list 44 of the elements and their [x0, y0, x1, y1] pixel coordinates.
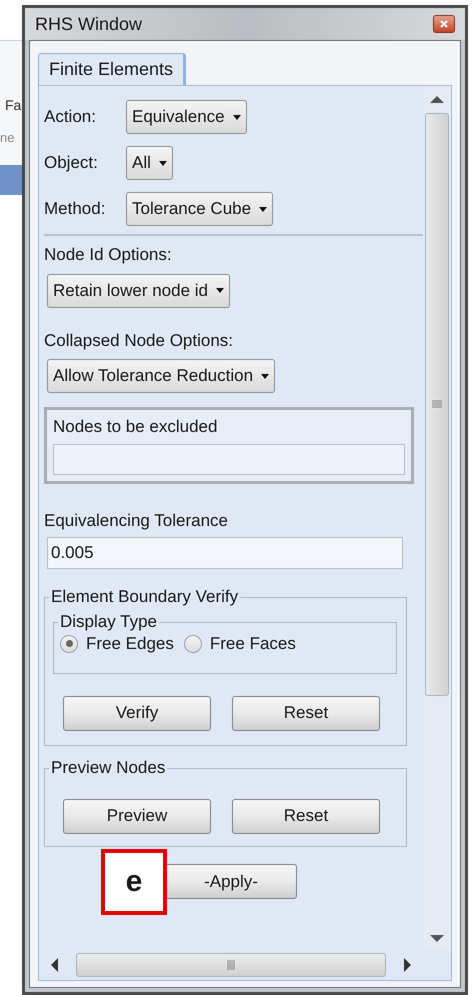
dropdown[interactable]: All — [126, 146, 173, 180]
vertical-scrollbar[interactable] — [423, 86, 451, 950]
radio-option[interactable]: Free Edges — [60, 631, 174, 656]
close-button[interactable] — [433, 15, 455, 33]
scroll-thumb[interactable] — [76, 953, 386, 977]
action-button[interactable]: Reset — [232, 696, 380, 730]
scroll-up-icon — [430, 96, 444, 103]
dropdown[interactable]: Retain lower node id — [47, 274, 230, 308]
caret-icon — [261, 374, 270, 378]
tab[interactable]: Finite Elements — [38, 53, 186, 85]
dropdown[interactable]: Allow Tolerance Reduction — [47, 359, 276, 393]
background-text: ne — [0, 131, 16, 145]
field-label: Nodes to be excluded — [53, 416, 218, 438]
field-label: Collapsed Node Options: — [44, 330, 234, 352]
input-field[interactable]: 0.005 — [47, 537, 403, 569]
field-label: Object: — [44, 152, 99, 174]
input-field[interactable] — [53, 444, 405, 474]
scroll-thumb[interactable] — [425, 113, 449, 696]
grip-icon — [226, 960, 236, 970]
scroll-right-icon — [404, 958, 411, 972]
field-label: Method: — [44, 198, 106, 220]
dropdown[interactable]: Tolerance Cube — [126, 192, 274, 226]
dropdown[interactable]: Equivalence — [126, 100, 247, 134]
scroll-left-icon — [51, 958, 58, 972]
close-icon — [440, 20, 448, 28]
action-button[interactable]: Reset — [232, 798, 380, 834]
grip-icon — [432, 400, 442, 409]
caret-icon — [232, 114, 241, 120]
radio-button[interactable] — [60, 634, 78, 653]
caret-icon — [158, 160, 167, 166]
caret-icon — [216, 288, 224, 293]
field-label: Equivalencing Tolerance — [44, 510, 229, 532]
callout-label: e — [101, 848, 167, 914]
action-button[interactable]: Preview — [63, 798, 211, 834]
scroll-down-icon — [430, 935, 444, 942]
background-text: Fa — [4, 97, 22, 113]
action-button[interactable]: Verify — [63, 696, 211, 730]
radio-button[interactable] — [184, 634, 202, 653]
window-title: RHS Window — [35, 12, 142, 36]
radio-option[interactable]: Free Faces — [184, 631, 296, 656]
caret-icon — [259, 206, 268, 212]
field-label: Action: — [44, 106, 97, 128]
field-label: Node Id Options: — [44, 244, 173, 266]
apply-button[interactable]: -Apply- — [165, 864, 297, 899]
